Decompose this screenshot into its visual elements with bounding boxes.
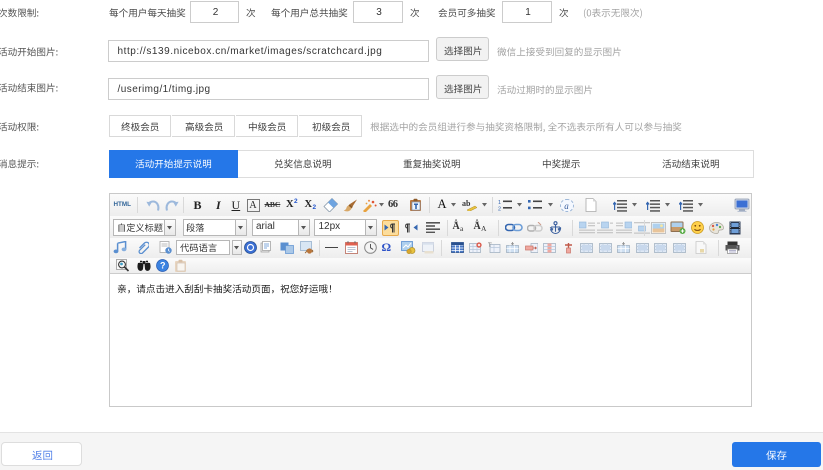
svg-text:T: T — [488, 242, 492, 248]
svg-text:2: 2 — [498, 207, 501, 212]
svg-text:?: ? — [160, 261, 166, 271]
svg-text:1: 1 — [498, 200, 501, 206]
